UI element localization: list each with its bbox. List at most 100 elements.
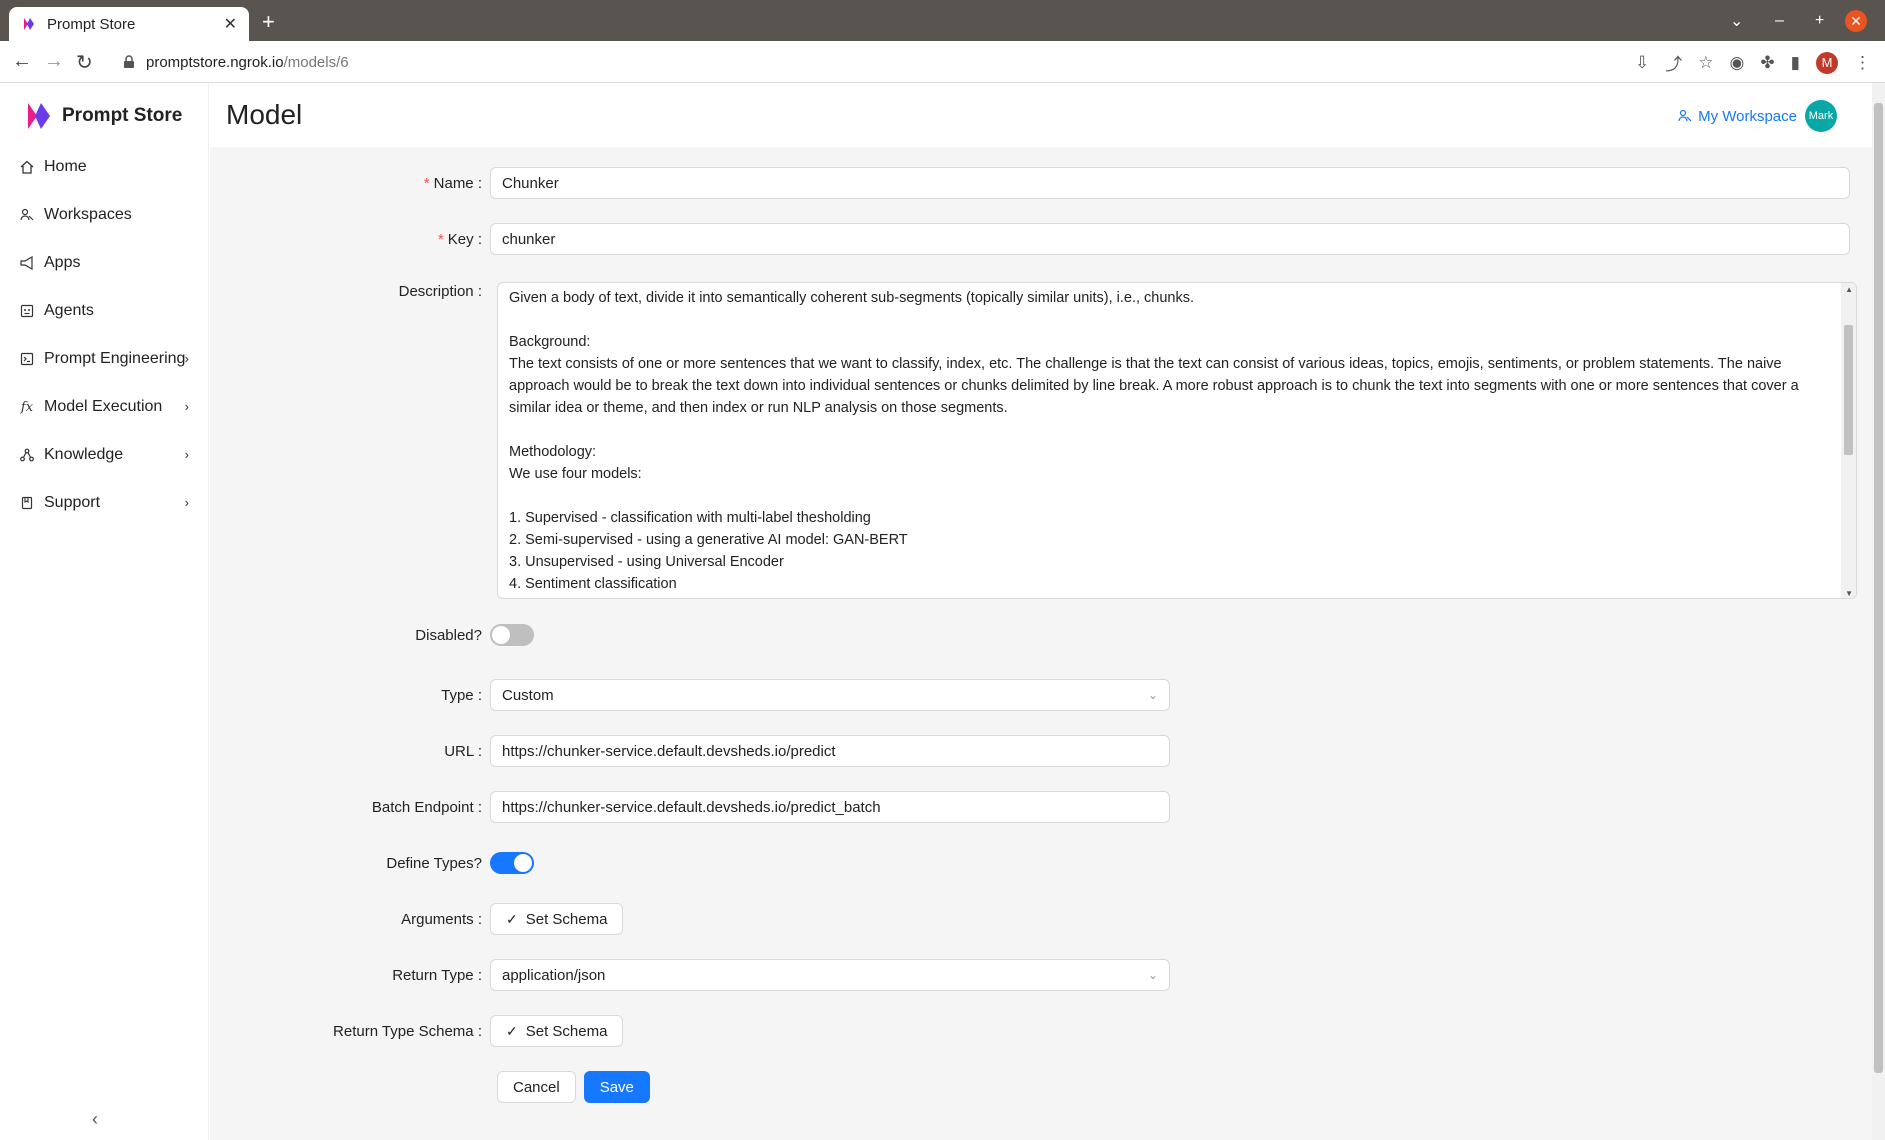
brand[interactable]: Prompt Store xyxy=(26,99,182,133)
key-input[interactable]: chunker xyxy=(490,223,1850,255)
sidebar-item-apps[interactable]: Apps xyxy=(0,239,209,287)
define-types-row: Define Types? xyxy=(210,852,1872,874)
return-set-schema-button[interactable]: ✓ Set Schema xyxy=(490,1015,624,1047)
return-type-select[interactable]: application/json ⌄ xyxy=(490,959,1170,991)
batch-endpoint-label: Batch Endpoint : xyxy=(371,798,482,816)
workspace-label: My Workspace xyxy=(1698,107,1797,125)
description-textarea[interactable]: Given a body of text, divide it into sem… xyxy=(497,282,1857,599)
type-value: Custom xyxy=(502,686,554,704)
disabled-label: Disabled? xyxy=(415,626,482,644)
name-row: * Name : Chunker xyxy=(210,167,1872,199)
bookmark-star-icon[interactable]: ☆ xyxy=(1698,53,1713,73)
sidebar-item-home[interactable]: Home xyxy=(0,143,209,191)
chevron-right-icon: › xyxy=(184,399,189,414)
sidebar-item-support[interactable]: Support › xyxy=(0,479,209,527)
sidebar-item-workspaces[interactable]: Workspaces xyxy=(0,191,209,239)
side-panel-icon[interactable]: ▮ xyxy=(1791,53,1800,73)
puzzle-icon[interactable]: ✤ xyxy=(1760,53,1774,73)
reload-icon[interactable]: ↻ xyxy=(76,50,93,75)
type-row: Type : Custom ⌄ xyxy=(210,679,1872,711)
arguments-set-schema-button[interactable]: ✓ Set Schema xyxy=(490,903,624,935)
page-title: Model xyxy=(226,99,303,130)
scrollbar-thumb[interactable] xyxy=(1844,325,1853,455)
disabled-toggle[interactable] xyxy=(490,624,534,646)
robot-icon xyxy=(20,304,34,318)
name-input[interactable]: Chunker xyxy=(490,167,1850,199)
url-input[interactable]: https://chunker-service.default.devsheds… xyxy=(490,735,1170,767)
chevron-right-icon: › xyxy=(184,351,189,366)
sidebar-item-agents[interactable]: Agents xyxy=(0,287,209,335)
extension-icon[interactable]: ◉ xyxy=(1730,53,1745,73)
check-icon: ✓ xyxy=(506,1022,518,1039)
url-path: /models/6 xyxy=(283,53,349,71)
type-label: Type : xyxy=(441,686,482,704)
model-form: * Name : Chunker * Key : chunker Descripti… xyxy=(210,147,1872,1140)
define-types-toggle[interactable] xyxy=(490,852,534,874)
collapse-sidebar-icon[interactable]: ‹ xyxy=(92,1109,98,1130)
brand-name: Prompt Store xyxy=(62,105,183,126)
sidebar-item-model-execution[interactable]: fx Model Execution › xyxy=(0,383,209,431)
key-row: * Key : chunker xyxy=(210,223,1872,255)
window-close-icon[interactable]: ✕ xyxy=(1845,10,1867,32)
define-types-label: Define Types? xyxy=(386,854,482,872)
page-header: Model My Workspace Mark xyxy=(210,83,1872,147)
close-tab-icon[interactable]: ✕ xyxy=(224,14,237,34)
description-scrollbar[interactable]: ▲ ▼ xyxy=(1841,283,1856,598)
workspace-switcher[interactable]: My Workspace Mark xyxy=(1678,100,1837,132)
sidebar-item-label: Agents xyxy=(44,302,94,319)
return-type-row: Return Type : application/json ⌄ xyxy=(210,959,1872,991)
sidebar-item-label: Apps xyxy=(44,254,81,271)
scroll-up-icon[interactable]: ▲ xyxy=(1845,285,1853,294)
form-actions: Cancel Save xyxy=(210,1071,1872,1103)
description-text: Given a body of text, divide it into sem… xyxy=(509,290,1799,592)
batch-endpoint-input[interactable]: https://chunker-service.default.devsheds… xyxy=(490,791,1170,823)
browser-menu-icon[interactable]: ⋮ xyxy=(1854,53,1871,73)
sidebar-item-prompt-engineering[interactable]: Prompt Engineering › xyxy=(0,335,209,383)
share-icon xyxy=(20,448,34,462)
arguments-label: Arguments : xyxy=(401,910,482,928)
team-icon xyxy=(1678,109,1692,122)
book-icon xyxy=(20,496,34,510)
sidebar-item-label: Support xyxy=(44,494,101,511)
share-icon[interactable]: ⤴ xyxy=(1665,50,1682,75)
lock-icon xyxy=(124,55,134,68)
page-scrollbar-thumb[interactable] xyxy=(1874,103,1883,1073)
browser-tab[interactable]: Prompt Store ✕ xyxy=(9,7,249,41)
minimize-icon[interactable]: – xyxy=(1775,0,1784,41)
url-field[interactable]: promptstore.ngrok.io/models/6 xyxy=(108,46,1618,78)
page-scrollbar[interactable] xyxy=(1872,83,1885,1140)
cancel-button[interactable]: Cancel xyxy=(497,1071,576,1103)
code-icon xyxy=(20,352,34,366)
type-select[interactable]: Custom ⌄ xyxy=(490,679,1170,711)
profile-avatar[interactable]: M xyxy=(1816,51,1838,74)
name-label: * Name : xyxy=(423,174,482,192)
tab-title: Prompt Store xyxy=(47,15,136,33)
back-icon[interactable]: ← xyxy=(12,50,32,73)
sidebar-item-label: Prompt Engineering xyxy=(44,350,186,367)
save-button[interactable]: Save xyxy=(583,1071,650,1103)
sidebar-item-label: Home xyxy=(44,158,87,175)
avatar[interactable]: Mark xyxy=(1805,100,1837,132)
key-label: * Key : xyxy=(437,230,482,248)
tab-search-icon[interactable]: ⌄ xyxy=(1730,0,1743,41)
sidebar-item-label: Workspaces xyxy=(44,206,132,223)
url-row: URL : https://chunker-service.default.de… xyxy=(210,735,1872,767)
return-schema-label: Return Type Schema : xyxy=(333,1022,482,1040)
batch-endpoint-row: Batch Endpoint : https://chunker-service… xyxy=(210,791,1872,823)
chevron-right-icon: › xyxy=(184,495,189,510)
disabled-row: Disabled? xyxy=(210,624,1872,646)
forward-icon[interactable]: → xyxy=(44,50,64,73)
notification-icon xyxy=(20,256,34,270)
install-icon[interactable]: ⇩ xyxy=(1635,53,1649,73)
sidebar-item-label: Model Execution xyxy=(44,398,163,415)
sidebar-item-knowledge[interactable]: Knowledge › xyxy=(0,431,209,479)
chevron-right-icon: › xyxy=(184,447,189,462)
new-tab-icon[interactable]: + xyxy=(262,10,275,34)
prompt-store-logo-icon xyxy=(28,103,50,129)
maximize-icon[interactable]: + xyxy=(1815,0,1824,41)
team-icon xyxy=(20,208,34,222)
scroll-down-icon[interactable]: ▼ xyxy=(1845,589,1853,598)
return-schema-row: Return Type Schema : ✓ Set Schema xyxy=(210,1015,1872,1047)
return-type-label: Return Type : xyxy=(392,966,482,984)
sidebar-item-label: Knowledge xyxy=(44,446,124,463)
